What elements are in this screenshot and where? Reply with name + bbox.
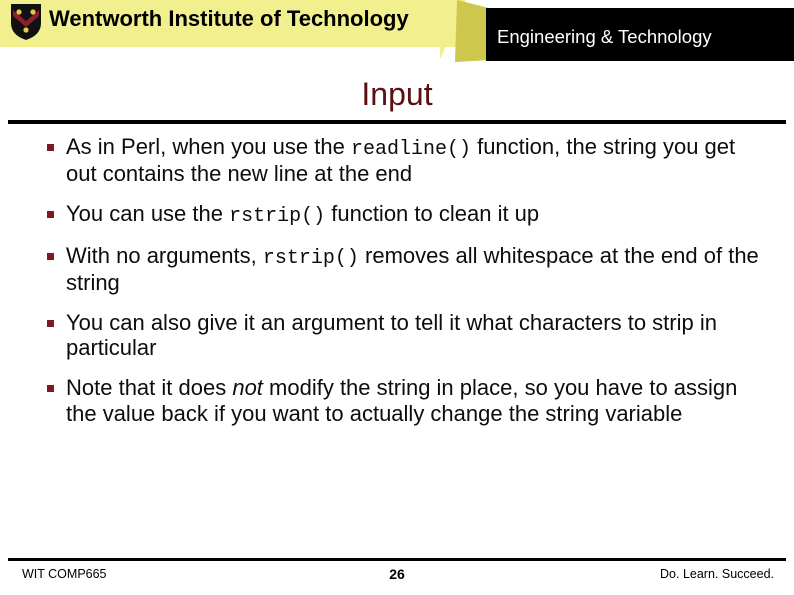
slide-body: As in Perl, when you use the readline() … <box>44 134 768 441</box>
wentworth-shield-icon <box>10 3 42 41</box>
page-title: Input <box>361 76 433 112</box>
bullet-item: As in Perl, when you use the readline() … <box>44 134 768 187</box>
bullet-item: Note that it does not modify the string … <box>44 375 768 426</box>
code-span: rstrip() <box>229 205 326 229</box>
text-span: With no arguments, <box>66 242 263 268</box>
text-span: You can also give it an argument to tell… <box>66 309 717 361</box>
text-span: As in Perl, when you use the <box>66 134 351 159</box>
header-gold-wedge <box>455 0 489 62</box>
title-divider <box>8 120 786 124</box>
emphasis-span: not <box>232 375 263 401</box>
department-name: Engineering & Technology <box>497 26 712 47</box>
text-span: Note that it does <box>66 375 233 401</box>
footer-divider <box>8 558 786 561</box>
footer-tagline: Do. Learn. Succeed. <box>660 567 774 581</box>
slide-footer: WIT COMP665 26 Do. Learn. Succeed. <box>0 564 794 592</box>
text-span: function to clean it up <box>325 201 540 227</box>
text-span: You can use the <box>66 201 230 227</box>
bullet-item: With no arguments, rstrip() removes all … <box>44 243 768 296</box>
bullet-item: You can use the rstrip() function to cle… <box>44 201 768 228</box>
code-span: readline() <box>350 138 471 161</box>
code-span: rstrip() <box>262 246 359 270</box>
slide-header: Wentworth Institute of Technology Engine… <box>0 0 794 62</box>
institution-name: Wentworth Institute of Technology <box>49 6 409 31</box>
bullet-item: You can also give it an argument to tell… <box>44 310 768 361</box>
